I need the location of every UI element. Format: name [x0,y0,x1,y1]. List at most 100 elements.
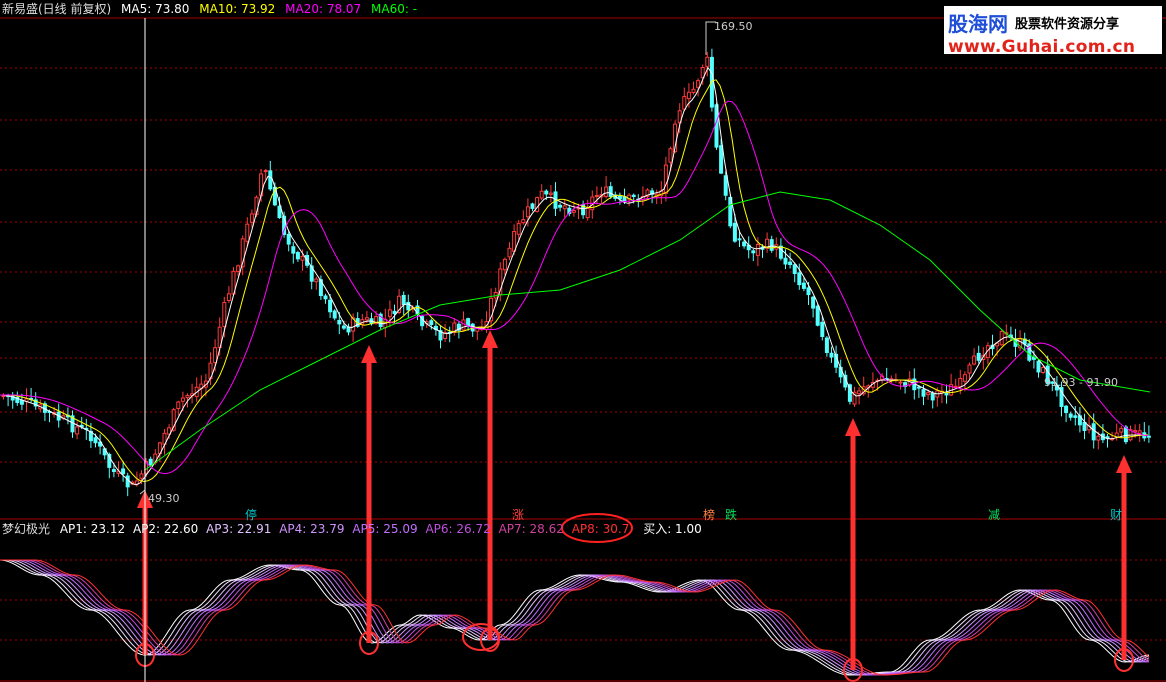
candle-body [967,364,972,374]
candle-body [926,392,931,396]
ma5-label: MA5: 73.80 [121,2,190,16]
kline-chart[interactable] [0,0,1166,682]
watermark: 股海网 股票软件资源分享 www.Guhai.com.cn [944,6,1162,57]
candle-body [461,319,466,331]
candle-body [558,204,563,208]
candle-body [466,318,471,326]
candle-body [783,257,788,265]
candle-body [755,244,760,256]
buy-arrow-head [482,330,498,348]
candle-body [719,145,724,174]
candle-body [705,56,710,67]
candle-body [972,355,977,365]
candle-body [364,317,369,321]
buy-arrow-shaft [366,359,372,643]
candle-body [1064,405,1069,413]
buy-arrow-shaft [487,344,493,640]
buy-arrow-head [1116,455,1132,473]
candle-body [516,222,521,235]
candle-body [824,337,829,354]
candle-body [1146,435,1151,438]
candle-body [930,392,935,401]
indicator-name: 梦幻极光 [2,522,51,536]
ap5-label: AP5: 25.09 [352,522,418,536]
candle-body [1137,430,1142,434]
ap4-label: AP4: 23.79 [279,522,345,536]
candle-body [544,190,549,195]
candle-body [521,219,526,224]
candle-body [857,390,862,395]
candle-body [585,207,590,219]
grid-lines [0,17,1166,682]
oscillator-bands [0,559,1150,676]
candle-body [820,321,825,337]
candle-body [222,302,227,327]
candle-body [268,170,273,190]
ap6-label: AP6: 26.72 [425,522,491,536]
candle-body [295,252,300,260]
candle-body [249,213,254,223]
candle-body [668,148,673,163]
candle-body [148,458,153,466]
candle-body [525,206,530,218]
candle-body [300,255,305,261]
watermark-url: www.Guhai.com.cn [948,37,1136,57]
candle-body [502,258,507,271]
candle-body [686,91,691,100]
candle-body [608,186,613,197]
candle-body [723,175,728,196]
candle-body [976,352,981,361]
buy-arrow-head [845,418,861,436]
stock-title: 新易盛(日线 前复权) [2,2,112,16]
candle-body [387,309,392,317]
main-legend: 新易盛(日线 前复权) MA5: 73.80 MA10: 73.92 MA20:… [2,2,417,16]
candle-body [111,469,116,473]
candle-body [811,296,816,309]
event-tag: 停 [245,508,258,522]
event-tag: 减 [988,508,1001,522]
ap7-label: AP7: 28.62 [498,522,564,536]
ma60-line [144,191,1151,471]
candle-body [291,246,296,254]
buy-arrow-head [361,345,377,363]
candle-body [1068,413,1073,418]
candle-body [226,293,231,301]
candle-body [530,203,535,209]
ap2-label: AP2: 22.60 [132,522,199,536]
candle-body [213,347,218,364]
watermark-content: 股海网 股票软件资源分享 www.Guhai.com.cn [948,8,1135,57]
event-tag: 跌 [725,508,738,522]
candle-body [631,194,636,197]
watermark-site: 股海网 [948,12,1008,36]
ap8-label: AP8: 30.7 [571,522,630,536]
candle-body [180,397,185,402]
candle-body [185,395,190,399]
candle-body [691,88,696,93]
candle-body [737,238,742,241]
ma10-label: MA10: 73.92 [199,2,276,16]
candle-body [332,310,337,319]
candle-body [797,272,802,286]
indicator-legend: 梦幻极光 AP1: 23.12 AP2: 22.60 AP3: 22.91 AP… [2,522,702,536]
watermark-slogan: 股票软件资源分享 [1012,16,1123,33]
candle-body [788,261,793,266]
candle-body [125,475,130,488]
candle-body [286,233,291,245]
candle-body [341,325,346,329]
event-tag: 涨 [512,508,525,522]
candle-body [806,287,811,296]
candle-body [512,231,517,252]
ap2-band [0,559,1150,676]
candle-body [93,437,98,444]
candle-body [328,299,333,313]
candle-body [139,473,144,479]
candle-body [696,80,701,88]
candle-body [176,401,181,410]
candle-body [663,164,668,194]
buy-arrow-shaft [850,432,856,670]
candle-body [236,265,241,272]
candle-body [507,247,512,258]
candle-body [1096,435,1101,441]
candle-body [792,264,797,274]
candle-body [571,210,576,213]
